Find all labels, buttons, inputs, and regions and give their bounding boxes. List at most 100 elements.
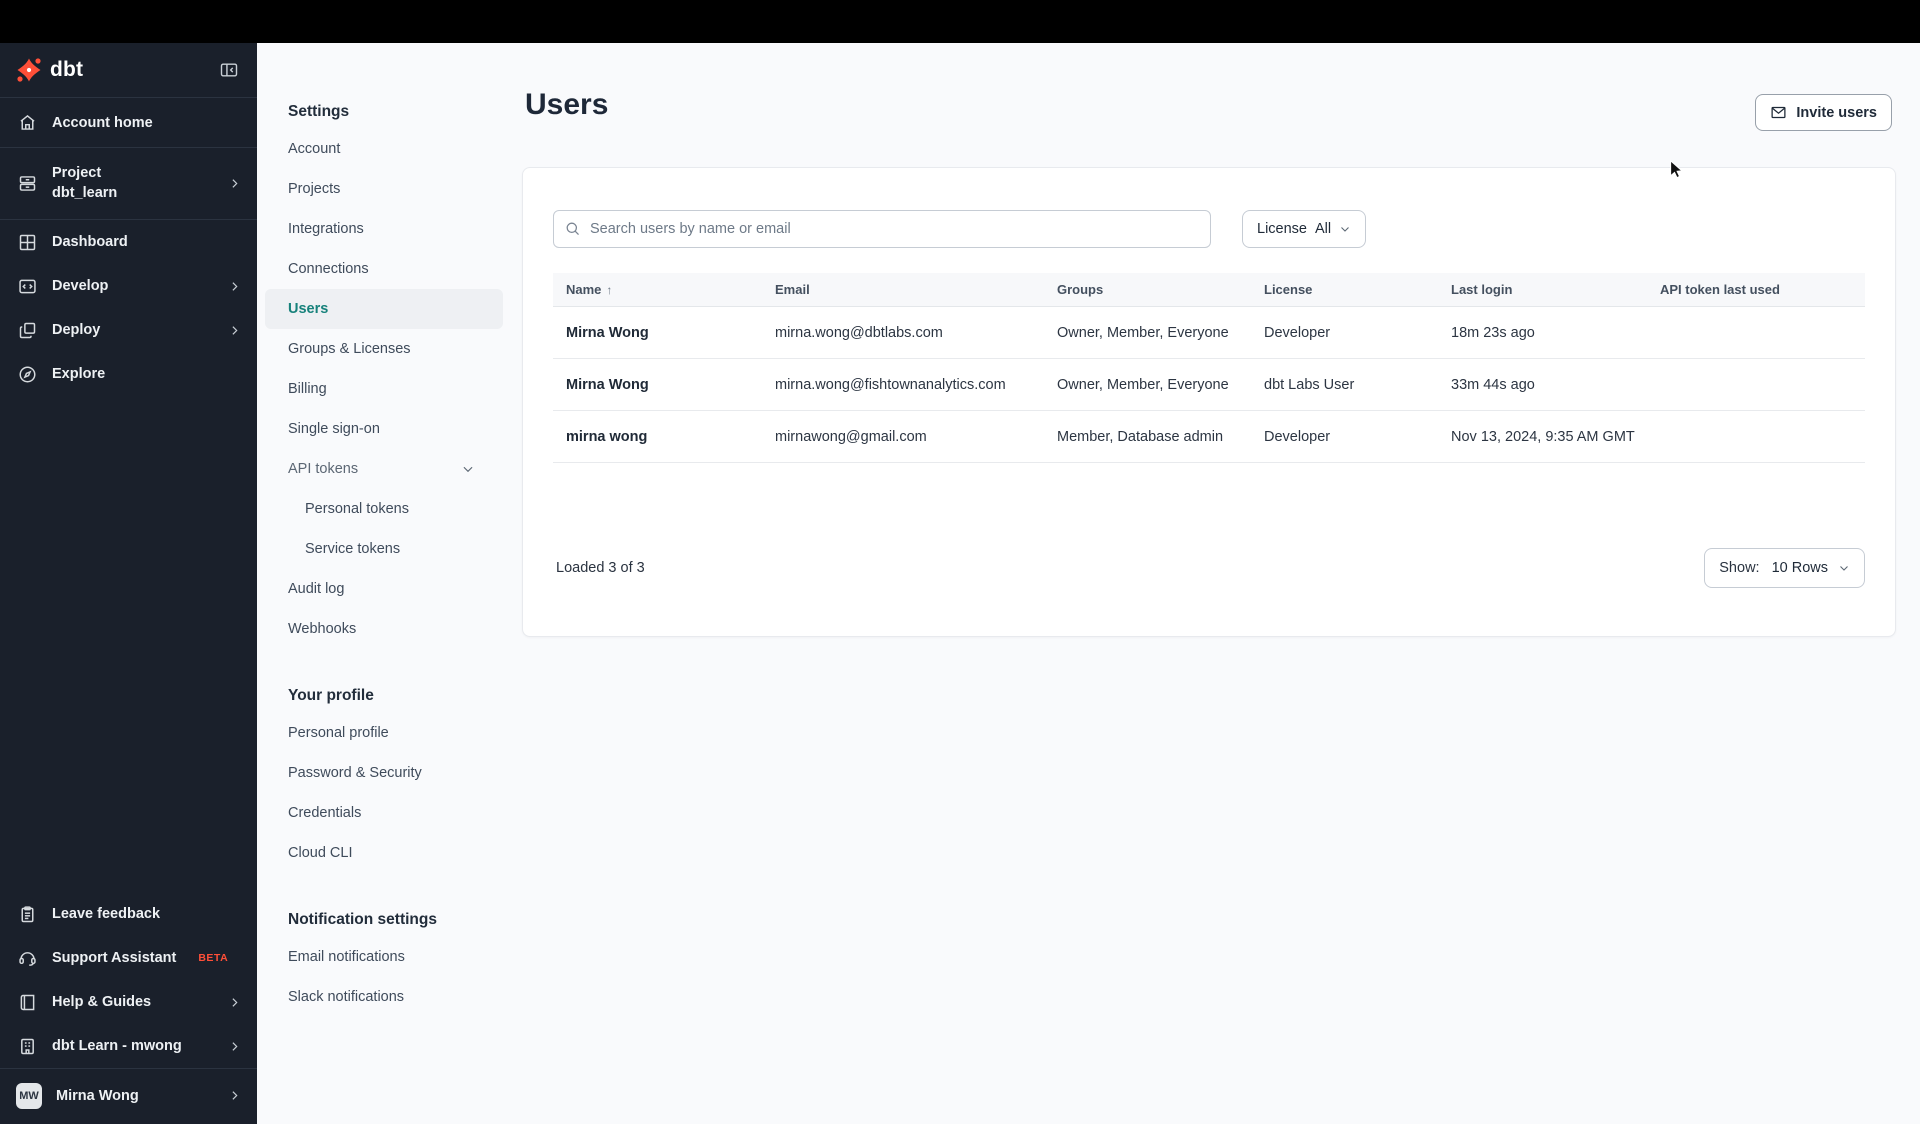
top-bar: [0, 0, 1920, 43]
table-row[interactable]: mirna wong mirnawong@gmail.com Member, D…: [553, 411, 1865, 463]
settings-item-personal-tokens[interactable]: Personal tokens: [265, 489, 503, 529]
sidebar-item-support-assistant[interactable]: Support Assistant BETA: [0, 936, 257, 980]
sidebar-item-label: Develop: [52, 278, 109, 294]
chevron-right-icon: [228, 1089, 241, 1102]
sidebar-item-leave-feedback[interactable]: Leave feedback: [0, 892, 257, 936]
sidebar-item-dbt-learn[interactable]: dbt Learn - mwong: [0, 1024, 257, 1068]
settings-item-cloud-cli[interactable]: Cloud CLI: [265, 833, 503, 873]
sidebar-item-label: Leave feedback: [52, 906, 161, 922]
sidebar-item-explore[interactable]: Explore: [0, 352, 257, 396]
cell-groups: Owner, Member, Everyone: [1057, 324, 1229, 341]
book-icon: [16, 991, 38, 1013]
show-rows-value: 10 Rows: [1771, 560, 1828, 576]
sidebar-item-account-home[interactable]: Account home: [0, 98, 257, 148]
cell-license: Developer: [1264, 428, 1331, 445]
cell-email: mirnawong@gmail.com: [775, 428, 927, 445]
sidebar-item-help-guides[interactable]: Help & Guides: [0, 980, 257, 1024]
license-filter-button[interactable]: License All: [1242, 210, 1367, 248]
explore-icon: [16, 363, 38, 385]
search-input[interactable]: [553, 210, 1211, 248]
invite-users-button[interactable]: Invite users: [1755, 94, 1892, 131]
sidebar-item-develop[interactable]: Develop: [0, 264, 257, 308]
license-filter-label: License: [1257, 221, 1307, 237]
cell-name: mirna wong: [566, 428, 648, 445]
sidebar-item-label: Explore: [52, 366, 106, 382]
table-row[interactable]: Mirna Wong mirna.wong@dbtlabs.com Owner,…: [553, 307, 1865, 359]
settings-item-email-notifications[interactable]: Email notifications: [265, 937, 503, 977]
settings-item-billing[interactable]: Billing: [265, 369, 503, 409]
cell-license: Developer: [1264, 324, 1331, 341]
dbt-logo[interactable]: dbt: [16, 57, 83, 83]
settings-section: Settings Account Projects Integrations C…: [265, 95, 503, 649]
sidebar-item-label: Account home: [52, 114, 153, 131]
settings-item-audit-log[interactable]: Audit log: [265, 569, 503, 609]
page-title: Users: [525, 88, 609, 121]
building-icon: [16, 1035, 38, 1057]
settings-item-api-tokens[interactable]: API tokens: [265, 449, 503, 489]
show-rows-dropdown[interactable]: Show: 10 Rows: [1704, 548, 1865, 588]
beta-badge: BETA: [198, 952, 229, 964]
cell-name: Mirna Wong: [566, 376, 649, 393]
sidebar-item-deploy[interactable]: Deploy: [0, 308, 257, 352]
users-table: Name ↑ Email Groups License Last login AP…: [553, 273, 1865, 463]
settings-item-users[interactable]: Users: [265, 289, 503, 329]
column-header-name[interactable]: Name ↑: [553, 282, 762, 297]
cell-groups: Owner, Member, Everyone: [1057, 376, 1229, 393]
settings-item-integrations[interactable]: Integrations: [265, 209, 503, 249]
column-header-license[interactable]: License: [1251, 282, 1438, 297]
settings-item-service-tokens[interactable]: Service tokens: [265, 529, 503, 569]
sidebar-item-dashboard[interactable]: Dashboard: [0, 220, 257, 264]
settings-item-personal-profile[interactable]: Personal profile: [265, 713, 503, 753]
cell-license: dbt Labs User: [1264, 376, 1355, 393]
headset-icon: [16, 947, 38, 969]
settings-item-projects[interactable]: Projects: [265, 169, 503, 209]
settings-item-password-security[interactable]: Password & Security: [265, 753, 503, 793]
settings-item-groups-licenses[interactable]: Groups & Licenses: [265, 329, 503, 369]
project-label: Project: [52, 165, 102, 182]
your-profile-heading: Your profile: [288, 687, 374, 704]
sidebar-footer: Leave feedback Support Assistant BETA He…: [0, 892, 257, 1124]
user-name: Mirna Wong: [56, 1087, 139, 1104]
column-header-api-token-last-used[interactable]: API token last used: [1647, 282, 1865, 297]
sidebar-item-label: Help & Guides: [52, 994, 152, 1010]
sidebar-collapse-icon[interactable]: [219, 59, 241, 81]
cell-last-login: Nov 13, 2024, 9:35 AM GMT: [1451, 428, 1635, 445]
settings-nav: Settings Account Projects Integrations C…: [265, 95, 503, 1047]
column-header-email[interactable]: Email: [762, 282, 1044, 297]
cell-last-login: 18m 23s ago: [1451, 324, 1535, 341]
table-footer: Loaded 3 of 3 Show: 10 Rows: [553, 548, 1865, 588]
chevron-right-icon: [228, 177, 241, 190]
sidebar-user-menu[interactable]: MW Mirna Wong: [0, 1068, 257, 1122]
settings-item-label: API tokens: [288, 461, 359, 477]
search-wrap: [553, 210, 1211, 248]
table-row[interactable]: Mirna Wong mirna.wong@fishtownanalytics.…: [553, 359, 1865, 411]
settings-item-webhooks[interactable]: Webhooks: [265, 609, 503, 649]
chevron-down-icon: [1339, 223, 1351, 235]
license-filter-value: All: [1314, 221, 1332, 237]
sidebar-logo-row: dbt: [0, 43, 257, 98]
avatar: MW: [16, 1082, 42, 1109]
chevron-right-icon: [228, 996, 241, 1009]
sidebar-item-project[interactable]: Project dbt_learn: [0, 148, 257, 220]
settings-item-credentials[interactable]: Credentials: [265, 793, 503, 833]
column-header-groups[interactable]: Groups: [1044, 282, 1251, 297]
invite-users-label: Invite users: [1796, 104, 1877, 121]
cell-email: mirna.wong@fishtownanalytics.com: [775, 376, 1006, 393]
show-rows-label: Show:: [1719, 560, 1760, 576]
settings-item-account[interactable]: Account: [265, 129, 503, 169]
column-header-last-login[interactable]: Last login: [1438, 282, 1647, 297]
sidebar-item-label: Support Assistant: [52, 950, 177, 966]
sort-asc-icon: ↑: [606, 283, 613, 297]
cell-groups: Member, Database admin: [1057, 428, 1224, 445]
settings-item-slack-notifications[interactable]: Slack notifications: [265, 977, 503, 1017]
envelope-icon: [1770, 104, 1787, 121]
settings-item-connections[interactable]: Connections: [265, 249, 503, 289]
sidebar-item-label: Dashboard: [52, 234, 128, 250]
settings-heading: Settings: [288, 103, 350, 120]
chevron-right-icon: [228, 280, 241, 293]
sidebar-item-label-group: Project dbt_learn: [52, 165, 117, 201]
dashboard-icon: [16, 231, 38, 253]
settings-item-single-sign-on[interactable]: Single sign-on: [265, 409, 503, 449]
table-header-row: Name ↑ Email Groups License Last login AP…: [553, 273, 1865, 307]
sidebar-item-label: Deploy: [52, 322, 101, 338]
